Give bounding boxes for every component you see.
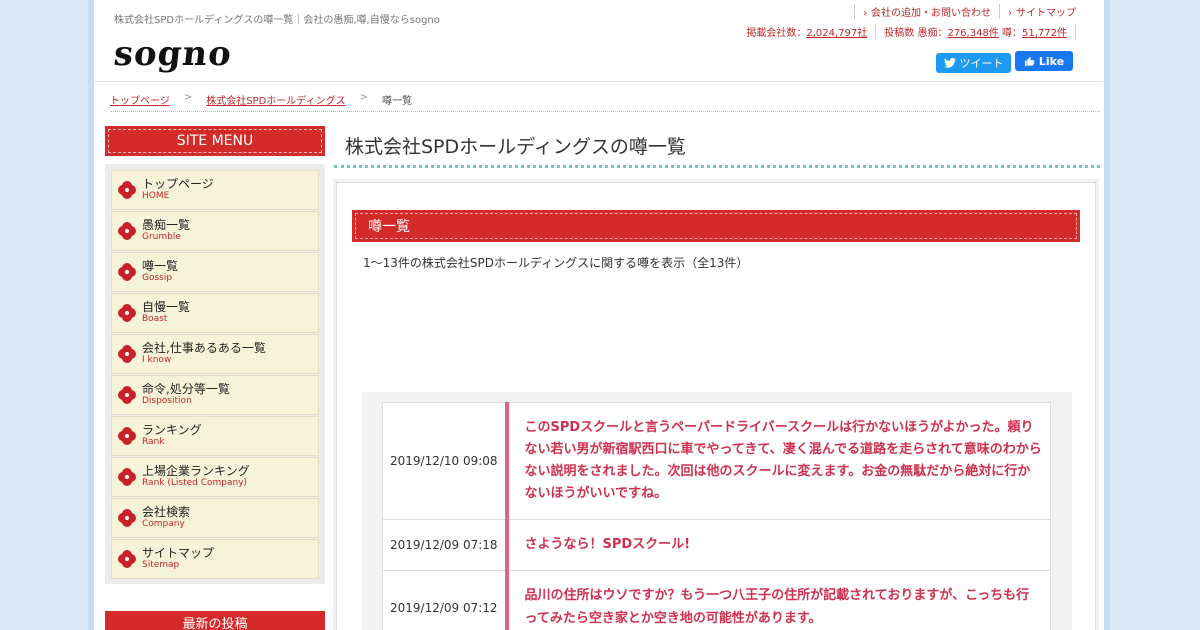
tweet-label: ツイート (959, 57, 1004, 70)
sidebar-item-disposition[interactable]: 命令,処分等一覧 Disposition (111, 375, 319, 415)
flower-icon (120, 347, 134, 361)
breadcrumb-current: 噂一覧 (381, 96, 412, 107)
sidebar-item-i-know[interactable]: 会社,仕事あるある一覧 I know (111, 334, 319, 374)
flower-icon (120, 388, 134, 402)
gossip-table: 2019/12/10 09:08 このSPDスクールと言うペーパードライバースク… (382, 401, 1051, 630)
latest-posts-title: 最新の投稿 (105, 611, 325, 630)
gossip-count-link[interactable]: 51,772件 (1022, 28, 1067, 39)
site-logo[interactable]: sogno (112, 34, 234, 74)
flower-icon (120, 429, 134, 443)
sitemap-link[interactable]: サイトマップ (999, 4, 1084, 19)
post-text: このSPDスクールと言うペーパードライバースクールは行かないほうがよかった。頼り… (506, 401, 1051, 521)
table-row: 2019/12/09 07:18 さようなら！SPDスクール! (382, 519, 1051, 572)
table-row: 2019/12/10 09:08 このSPDスクールと言うペーパードライバースク… (382, 401, 1051, 521)
post-date: 2019/12/09 07:12 (382, 570, 509, 630)
sidebar: SITE MENU トップページ HOME 愚痴一覧 Grumble 噂一覧 Goss… (105, 126, 325, 584)
section-title: 噂一覧 (352, 210, 1080, 242)
breadcrumb-separator: > (183, 92, 193, 103)
header-divider (94, 81, 1104, 82)
flower-icon (120, 183, 134, 197)
breadcrumb: トップページ > 株式会社SPDホールディングス > 噂一覧 (110, 92, 1100, 112)
post-text: さようなら！SPDスクール! (506, 519, 1051, 572)
breadcrumb-separator: > (359, 92, 368, 103)
gossip-list: 2019/12/10 09:08 このSPDスクールと言うペーパードライバースク… (362, 392, 1072, 630)
post-count: 投稿数 愚痴：276,348件 噂：51,772件 (884, 24, 1076, 39)
top-links: 会社の追加・お問い合わせ サイトマップ (854, 4, 1084, 19)
breadcrumb-company[interactable]: 株式会社SPDホールディングス (206, 92, 345, 111)
sidebar-item-grumble[interactable]: 愚痴一覧 Grumble (111, 211, 319, 251)
sidebar-item-sitemap[interactable]: サイトマップ Sitemap (111, 539, 319, 579)
flower-icon (120, 511, 134, 525)
tweet-button[interactable]: ツイート (936, 53, 1011, 73)
flower-icon (120, 306, 134, 320)
result-count: 1～13件の株式会社SPDホールディングスに関する噂を表示（全13件） (363, 256, 749, 270)
like-label: Like (1038, 54, 1065, 68)
sidebar-item-gossip[interactable]: 噂一覧 Gossip (111, 252, 319, 292)
company-count-link[interactable]: 2,024,797社 (806, 28, 867, 39)
sidebar-item-listed-rank[interactable]: 上場企業ランキング Rank (Listed Company) (111, 457, 319, 497)
company-count: 掲載会社数：2,024,797社 (746, 24, 877, 39)
flower-icon (120, 552, 134, 566)
twitter-bird-icon (943, 58, 956, 68)
page-title: 株式会社SPDホールディングスの噂一覧 (345, 136, 686, 158)
title-divider (334, 165, 1100, 168)
breadcrumb-home[interactable]: トップページ (110, 92, 170, 111)
sidebar-item-rank[interactable]: ランキング Rank (111, 416, 319, 456)
post-date: 2019/12/10 09:08 (382, 401, 509, 521)
thumbs-up-icon (1024, 56, 1035, 66)
sidebar-item-home[interactable]: トップページ HOME (111, 170, 319, 210)
flower-icon (120, 470, 134, 484)
post-date: 2019/12/09 07:18 (382, 519, 509, 572)
site-menu-title: SITE MENU (105, 126, 325, 156)
content-panel: 噂一覧 1～13件の株式会社SPDホールディングスに関する噂を表示（全13件） … (336, 182, 1096, 630)
sidebar-item-boast[interactable]: 自慢一覧 Boast (111, 293, 319, 333)
contact-link[interactable]: 会社の追加・お問い合わせ (854, 4, 999, 19)
grumble-count-link[interactable]: 276,348件 (947, 28, 998, 39)
flower-icon (120, 224, 134, 238)
sidebar-item-company[interactable]: 会社検索 Company (111, 498, 319, 538)
site-stats: 掲載会社数：2,024,797社 投稿数 愚痴：276,348件 噂：51,77… (746, 24, 1084, 39)
flower-icon (120, 265, 134, 279)
page-container: 株式会社SPDホールディングスの噂一覧｜会社の愚痴,噂,自慢ならsogno so… (88, 0, 1110, 630)
post-text: 品川の住所はウソですか？もう一つ八王子の住所が記載されておりますが、こっちも行っ… (506, 570, 1051, 630)
site-tagline: 株式会社SPDホールディングスの噂一覧｜会社の愚痴,噂,自慢ならsogno (114, 15, 440, 26)
table-row: 2019/12/09 07:12 品川の住所はウソですか？もう一つ八王子の住所が… (382, 570, 1051, 630)
site-menu: トップページ HOME 愚痴一覧 Grumble 噂一覧 Gossip 自慢一覧 Boa… (105, 164, 325, 584)
facebook-like-button[interactable]: Like (1015, 51, 1073, 71)
